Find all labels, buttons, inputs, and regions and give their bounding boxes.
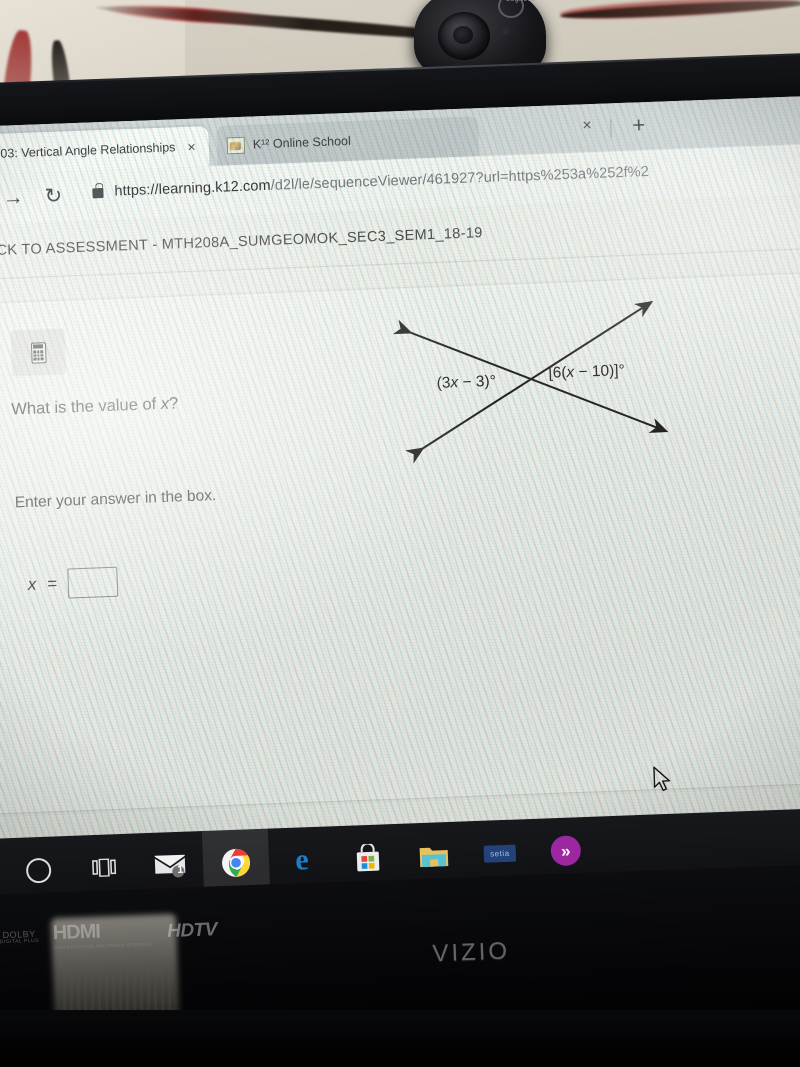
calculator-icon <box>30 341 47 364</box>
tab-title: K¹² Online School <box>252 133 351 152</box>
question-card: What is the value of x? Enter your answe… <box>0 270 800 815</box>
url-path: /d2l/le/sequenceViewer/461927?url=https%… <box>270 163 650 194</box>
mail-badge-count: 1 <box>177 863 184 876</box>
k12-image-icon <box>226 136 246 154</box>
double-chevron-icon: » <box>550 835 582 867</box>
lock-icon[interactable] <box>92 187 104 199</box>
answer-row: x = <box>27 566 119 600</box>
calculator-button[interactable] <box>10 328 67 377</box>
tv-screen: B 3.03: Vertical Angle Relationships × K… <box>0 95 800 858</box>
edge-e-icon: e <box>294 843 310 877</box>
close-icon[interactable]: × <box>582 117 592 135</box>
cortana-circle-icon <box>25 857 52 884</box>
task-view-icon <box>92 858 117 878</box>
webcam-lens-icon <box>438 12 490 60</box>
instruction-text: Enter your answer in the box. <box>14 487 217 512</box>
microsoft-store-icon <box>356 843 380 872</box>
reload-icon[interactable]: ↻ <box>44 185 62 209</box>
chrome-icon <box>222 848 251 877</box>
photo-of-tv-screen: Logitech B 3.03: Vertical Angle Relation… <box>0 0 800 1067</box>
question-prefix: What is the value of <box>11 395 162 419</box>
forward-icon[interactable]: → <box>2 186 24 210</box>
vertical-angles-diagram: (3x − 3)° [6(x − 10)]° <box>388 287 725 499</box>
question-text: What is the value of x? <box>11 394 179 419</box>
question-suffix: ? <box>168 394 179 413</box>
answer-input[interactable] <box>67 566 119 599</box>
equals-sign: = <box>46 573 58 594</box>
address-bar[interactable]: https://learning.k12.com/d2l/le/sequence… <box>114 164 649 200</box>
close-icon[interactable]: × <box>187 139 196 155</box>
answer-variable-label: x <box>27 574 37 595</box>
angle-label-right: [6(x − 10)]° <box>548 362 626 382</box>
webcam-brand-text: Logitech <box>500 0 542 22</box>
dark-room-foreground <box>0 1010 800 1067</box>
angle-label-left: (3x − 3)° <box>436 372 497 392</box>
vizio-brand-logo: VIZIO <box>431 937 511 968</box>
back-to-assessment-link[interactable]: BACK TO ASSESSMENT - MTH208A_SUMGEOMOK_S… <box>0 225 483 260</box>
web-page: ‹ BACK TO ASSESSMENT - MTH208A_SUMGEOMOK… <box>0 192 800 858</box>
dolby-logo: DOLBY DIGITAL PLUS <box>0 928 40 946</box>
webcam-led-icon <box>502 28 509 35</box>
wall-paint-stroke-black <box>559 0 800 22</box>
tab-title: 3.03: Vertical Angle Relationships <box>0 140 176 162</box>
new-tab-button[interactable]: + <box>632 112 646 137</box>
blue-app-icon: setia <box>483 844 517 863</box>
tab-divider <box>610 119 612 138</box>
url-host: https://learning.k12.com <box>114 177 271 200</box>
file-explorer-folder-icon <box>419 847 449 867</box>
